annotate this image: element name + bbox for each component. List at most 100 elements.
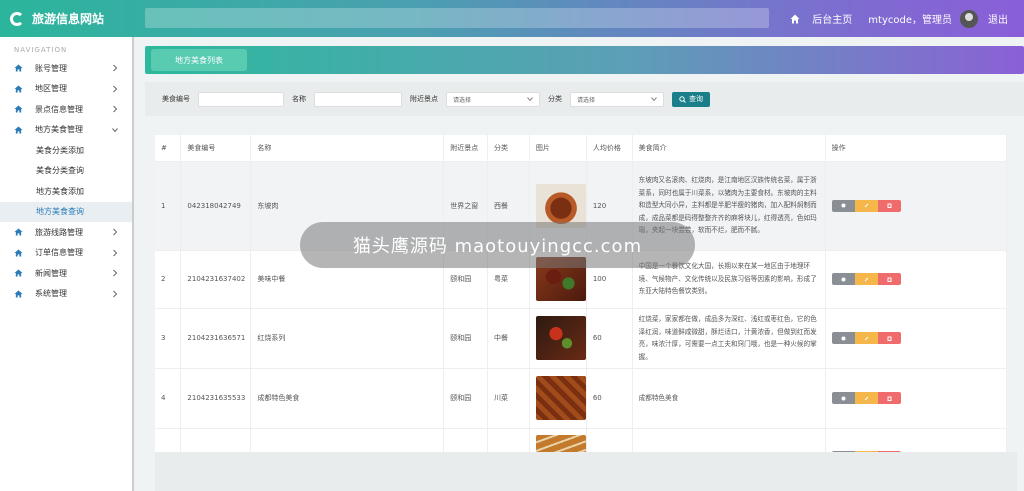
column-header: 美食简介 — [632, 135, 826, 161]
chevron-down-icon — [112, 127, 118, 132]
food-image — [535, 316, 586, 360]
search-button[interactable]: 查询 — [672, 91, 710, 107]
edit-button[interactable] — [854, 199, 878, 212]
top-search-bar[interactable] — [145, 8, 769, 28]
cell-actions — [825, 367, 1008, 428]
cell-name: 成都特色美食 — [250, 367, 445, 428]
food-table: # 美食编号 名称 附近景点 分类 图片 人均价格 美食简介 操作 1 042318042749 东… — [155, 135, 1008, 486]
sidebar-item-label: 账号管理 — [35, 63, 67, 73]
column-header: 附近景点 — [443, 135, 489, 161]
cell-intro: 红烧菜，家家都在做，成品多为深红、浅红或枣红色，它的色泽红润，味道鲜咸微甜，酥烂… — [632, 307, 826, 368]
edit-button[interactable] — [854, 273, 878, 285]
sidebar-item-label: 地区管理 — [35, 84, 67, 94]
sidebar-item[interactable]: 地区管理 — [0, 79, 132, 100]
sidebar-subitem[interactable]: 美食分类添加 — [0, 140, 132, 161]
logout-link[interactable]: 退出 — [988, 11, 1008, 26]
cell-index: 1 — [155, 160, 182, 250]
pagination-bar — [155, 452, 1017, 491]
edit-button[interactable] — [854, 392, 878, 404]
view-button[interactable] — [831, 332, 855, 344]
food-table-wrap: # 美食编号 名称 附近景点 分类 图片 人均价格 美食简介 操作 1 042318042749 东… — [155, 135, 1008, 486]
cell-image — [529, 367, 587, 428]
delete-button[interactable] — [877, 332, 901, 344]
home-icon[interactable] — [790, 14, 800, 24]
brand[interactable]: 旅游信息网站 — [0, 10, 135, 27]
pencil-icon — [864, 336, 868, 340]
top-bar: 旅游信息网站 后台主页 mtycode，管理员 退出 — [0, 0, 1024, 37]
code-input[interactable] — [198, 91, 284, 107]
cell-price: 60 — [586, 367, 633, 428]
search-button-label: 查询 — [689, 95, 703, 103]
sidebar-item[interactable]: 地方美食管理 — [0, 120, 132, 141]
cell-name: 红烧系列 — [250, 307, 445, 368]
sidebar-menu: 账号管理地区管理景点信息管理地方美食管理 美食分类添加 美食分类查询 地方美食添加 地方… — [0, 58, 132, 304]
sidebar-subitem[interactable]: 美食分类查询 — [0, 161, 132, 182]
trash-icon — [887, 277, 892, 282]
table-row: 4 2104231635533 成都特色美食 颐和园 川菜 60 成都特色美食 — [155, 367, 1008, 428]
spot-label: 附近景点 — [410, 95, 438, 103]
chevron-right-icon — [113, 105, 118, 113]
sidebar-item[interactable]: 旅游线路管理 — [0, 222, 132, 243]
edit-button[interactable] — [854, 332, 878, 344]
column-header: 图片 — [529, 135, 587, 161]
home-icon — [14, 126, 23, 134]
view-button[interactable] — [831, 392, 855, 404]
pencil-icon — [864, 396, 868, 400]
view-button[interactable] — [831, 273, 855, 285]
cat-select[interactable]: 请选择 — [570, 91, 664, 107]
sidebar-item-label: 系统管理 — [35, 289, 67, 299]
sidebar-item[interactable]: 景点信息管理 — [0, 99, 132, 120]
search-icon — [679, 95, 686, 103]
column-header: 人均价格 — [586, 135, 633, 161]
cell-index: 3 — [155, 307, 182, 368]
sidebar-subitem[interactable]: 地方美食添加 — [0, 181, 132, 202]
info-icon — [841, 396, 846, 400]
spot-select[interactable]: 请选择 — [446, 91, 540, 107]
column-header: 操作 — [825, 135, 1008, 161]
cell-actions — [825, 249, 1008, 308]
chevron-right-icon — [113, 64, 118, 72]
cell-code: 2104231637402 — [180, 249, 252, 308]
app-title: 旅游信息网站 — [32, 12, 105, 26]
cell-code: 042318042749 — [180, 160, 252, 250]
home-icon — [14, 85, 23, 93]
pencil-icon — [864, 203, 868, 208]
home-link[interactable]: 后台主页 — [812, 11, 852, 26]
view-button[interactable] — [831, 199, 855, 212]
cell-intro: 成都特色美食 — [632, 367, 826, 428]
user-label: mtycode，管理员 — [868, 15, 952, 26]
delete-button[interactable] — [877, 199, 901, 212]
intro-text: 成都特色美食 — [638, 393, 679, 402]
home-icon — [14, 269, 23, 277]
tab-food-list[interactable]: 地方美食列表 — [151, 49, 247, 71]
column-header: # — [155, 135, 182, 161]
chevron-down-icon — [651, 97, 657, 101]
column-header: 美食编号 — [180, 135, 252, 161]
title-bar: 地方美食列表 — [145, 46, 1024, 74]
cell-image — [529, 307, 587, 368]
trash-icon — [887, 203, 892, 208]
delete-button[interactable] — [877, 392, 901, 404]
sidebar-item[interactable]: 账号管理 — [0, 58, 132, 79]
code-label: 美食编号 — [162, 95, 190, 103]
sidebar-subitem[interactable]: 地方美食查询 — [0, 201, 132, 222]
cell-code: 2104231635533 — [180, 367, 252, 428]
home-icon — [14, 105, 23, 113]
info-icon — [841, 203, 846, 208]
trash-icon — [887, 396, 892, 401]
sidebar-item[interactable]: 订单信息管理 — [0, 243, 132, 264]
cell-category: 中餐 — [487, 307, 530, 368]
info-icon — [841, 277, 846, 281]
delete-button[interactable] — [877, 273, 901, 285]
home-icon — [14, 228, 23, 236]
cell-price: 60 — [586, 307, 633, 368]
sidebar-item-label: 景点信息管理 — [35, 104, 83, 114]
sidebar-item[interactable]: 系统管理 — [0, 284, 132, 305]
table-row: 3 2104231636571 红烧系列 颐和园 中餐 60 红烧菜，家家都在做，成品多为深… — [155, 307, 1008, 368]
chevron-down-icon — [527, 97, 533, 101]
name-input[interactable] — [314, 91, 402, 107]
sidebar-item[interactable]: 新闻管理 — [0, 263, 132, 284]
info-icon — [841, 336, 846, 340]
home-icon — [14, 249, 23, 257]
avatar[interactable] — [960, 9, 978, 28]
